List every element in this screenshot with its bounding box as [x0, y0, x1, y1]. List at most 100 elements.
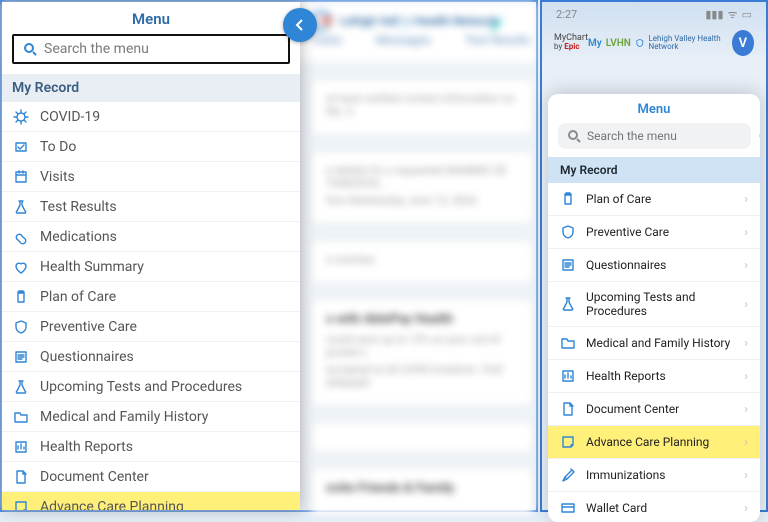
menu-item-label: Medications [40, 229, 117, 245]
search-box[interactable] [12, 34, 290, 64]
menu-item-label: Medical and Family History [40, 409, 208, 425]
menu-item-label: Health Reports [40, 439, 133, 455]
pill-icon [12, 228, 30, 246]
chevron-right-icon: › [744, 225, 748, 240]
note-icon [560, 434, 576, 450]
menu-item-preventive-care[interactable]: Preventive Care› [548, 216, 760, 249]
menu-item-plan-of-care[interactable]: Plan of Care [2, 282, 300, 312]
nav-messages[interactable]: ✉️Messages [376, 17, 431, 47]
menu-item-label: Health Summary [40, 259, 144, 275]
check-icon [12, 138, 30, 156]
menu-item-preventive-care[interactable]: Preventive Care [2, 312, 300, 342]
menu-item-label: Questionnaires [40, 349, 134, 365]
report-icon [12, 438, 30, 456]
signal-icon: ▮▮▮ [705, 8, 723, 21]
mobile-panel: 2:27 ▮▮▮ ᯤ ▭ MyChart by Epic MyLVHN Lehi… [540, 0, 768, 512]
menu-item-test-results[interactable]: Test Results [2, 192, 300, 222]
chevron-right-icon: › [744, 402, 748, 417]
menu-item-medical-and-family-history[interactable]: Medical and Family History [2, 402, 300, 432]
menu-title: Menu [12, 10, 290, 34]
chevron-right-icon: › [744, 192, 748, 207]
menu-item-plan-of-care[interactable]: Plan of Care› [548, 183, 760, 216]
chevron-right-icon: › [744, 258, 748, 273]
menu-list: Plan of Care›Preventive Care›Questionnai… [548, 183, 760, 522]
menu-item-health-reports[interactable]: Health Reports› [548, 360, 760, 393]
menu-item-questionnaires[interactable]: Questionnaires› [548, 249, 760, 282]
menu-item-health-summary[interactable]: Health Summary [2, 252, 300, 282]
shield-icon [560, 224, 576, 240]
menu-item-label: Visits [40, 169, 75, 185]
doc-icon [12, 468, 30, 486]
menu-item-medical-and-family-history[interactable]: Medical and Family History› [548, 327, 760, 360]
heart-icon [12, 258, 30, 276]
cancel-button[interactable]: Cancel [759, 129, 760, 143]
menu-item-label: Preventive Care [586, 225, 744, 239]
menu-item-upcoming-tests-and-procedures[interactable]: Upcoming Tests and Procedures› [548, 282, 760, 327]
background-card: ot have verified contact information on … [312, 80, 532, 134]
menu-item-label: Advance Care Planning [40, 499, 184, 511]
menu-panel: Menu My Record COVID-19 To Do Visits Test R… [2, 2, 300, 510]
form-icon [560, 257, 576, 273]
menu-item-label: Document Center [586, 402, 744, 416]
menu-item-label: Health Reports [586, 369, 744, 383]
menu-item-label: Advance Care Planning [586, 435, 744, 449]
clipboard-icon [560, 191, 576, 207]
background-card: s with AblePay Healthcould save up to 13… [312, 300, 532, 405]
syringe-icon [560, 467, 576, 483]
calendar-icon [12, 168, 30, 186]
search-input[interactable] [587, 129, 743, 143]
menu-item-document-center[interactable]: Document Center› [548, 393, 760, 426]
background-card: e details for a requested MAMMO 3D TOMOS… [312, 152, 532, 223]
menu-item-label: Immunizations [586, 468, 744, 482]
chevron-right-icon: › [744, 435, 748, 450]
status-indicators: ▮▮▮ ᯤ ▭ [705, 7, 752, 22]
menu-item-label: Preventive Care [40, 319, 137, 335]
card-icon [560, 500, 576, 516]
menu-item-immunizations[interactable]: Immunizations› [548, 459, 760, 492]
brand-row: MyChart by Epic MyLVHN Lehigh Valley Hea… [542, 26, 766, 64]
desktop-panel: Lehigh Valley Health Network 📅Visits ✉️M… [0, 0, 538, 512]
menu-item-covid-19[interactable]: COVID-19 [2, 102, 300, 132]
menu-item-label: Upcoming Tests and Procedures [40, 379, 242, 395]
menu-item-label: Plan of Care [586, 192, 744, 206]
folder-icon [560, 335, 576, 351]
flask-icon [560, 296, 576, 312]
search-icon [22, 41, 38, 57]
menu-item-wallet-card[interactable]: Wallet Card› [548, 492, 760, 522]
background-card: nvite Friends & Family [312, 469, 532, 514]
menu-item-document-center[interactable]: Document Center [2, 462, 300, 492]
menu-item-label: Plan of Care [40, 289, 116, 305]
menu-item-medications[interactable]: Medications [2, 222, 300, 252]
menu-item-health-reports[interactable]: Health Reports [2, 432, 300, 462]
virus-icon [12, 108, 30, 126]
menu-item-label: Document Center [40, 469, 149, 485]
lvhn-logo: MyLVHN Lehigh Valley Health Network [588, 35, 732, 51]
nav-test-results[interactable]: 🧪Test Results [465, 17, 531, 47]
note-icon [12, 498, 30, 511]
clipboard-icon [12, 288, 30, 306]
section-header: My Record [2, 74, 300, 102]
flask-icon [12, 378, 30, 396]
search-input[interactable] [44, 41, 280, 57]
back-button[interactable] [283, 8, 317, 42]
menu-item-visits[interactable]: Visits [2, 162, 300, 192]
menu-item-label: COVID-19 [40, 109, 100, 125]
chevron-right-icon: › [744, 468, 748, 483]
search-box[interactable] [558, 123, 751, 149]
menu-item-to-do[interactable]: To Do [2, 132, 300, 162]
menu-item-advance-care-planning[interactable]: Advance Care Planning [2, 492, 300, 510]
menu-item-questionnaires[interactable]: Questionnaires [2, 342, 300, 372]
shield-icon [635, 37, 645, 49]
form-icon [12, 348, 30, 366]
menu-item-label: Questionnaires [586, 258, 744, 272]
menu-item-label: To Do [40, 139, 76, 155]
shield-icon [12, 318, 30, 336]
chevron-right-icon: › [744, 501, 748, 516]
menu-title: Menu [548, 94, 760, 123]
menu-list: COVID-19 To Do Visits Test Results Medicatio… [2, 102, 300, 510]
menu-item-advance-care-planning[interactable]: Advance Care Planning› [548, 426, 760, 459]
folder-icon [12, 408, 30, 426]
avatar[interactable]: V [732, 30, 754, 56]
menu-item-label: Test Results [40, 199, 117, 215]
menu-item-upcoming-tests-and-procedures[interactable]: Upcoming Tests and Procedures [2, 372, 300, 402]
